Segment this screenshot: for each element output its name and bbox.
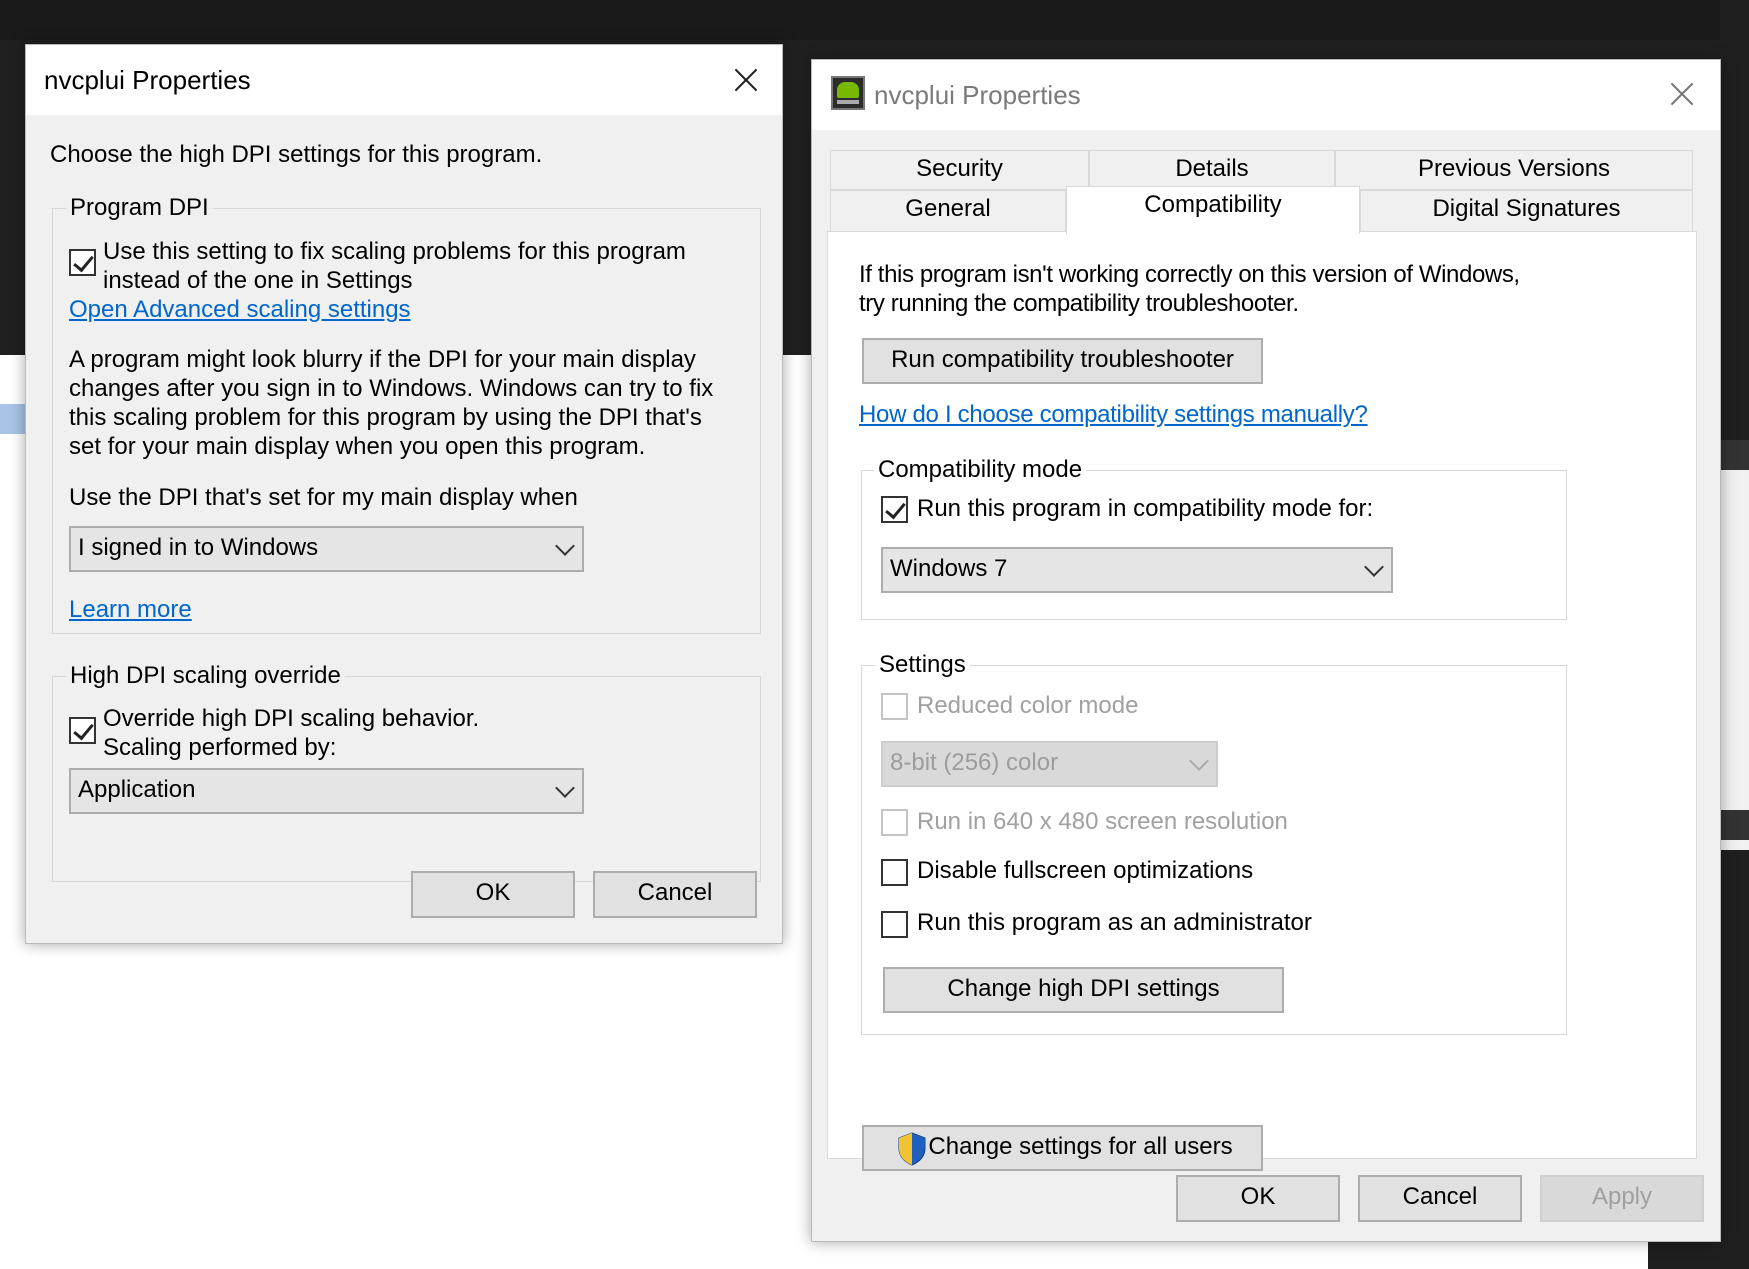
dpi-when-dropdown[interactable]: I signed in to Windows [69, 526, 584, 572]
open-advanced-scaling-link[interactable]: Open Advanced scaling settings [69, 295, 411, 324]
chevron-down-icon [1189, 751, 1209, 771]
tab-compatibility[interactable]: Compatibility [1066, 186, 1360, 234]
change-all-users-button[interactable]: Change settings for all users [862, 1125, 1263, 1171]
nvidia-app-icon [831, 76, 865, 110]
run-as-admin-label: Run this program as an administrator [917, 909, 1312, 936]
cancel-button[interactable]: Cancel [1358, 1175, 1522, 1222]
dropdown-value: Windows 7 [890, 555, 1008, 582]
compatibility-tab-panel: If this program isn't working correctly … [827, 231, 1697, 1171]
tab-details[interactable]: Details [1089, 150, 1335, 190]
compat-mode-label: Run this program in compatibility mode f… [917, 495, 1374, 522]
override-dpi-label: Override high DPI scaling behavior. [103, 705, 480, 732]
cancel-button[interactable]: Cancel [593, 871, 757, 918]
disable-fullscreen-label: Disable fullscreen optimizations [917, 857, 1254, 884]
dpi-when-label: Use the DPI that's set for my main displ… [69, 484, 578, 511]
chevron-down-icon [555, 778, 575, 798]
close-icon[interactable] [1667, 79, 1697, 109]
change-high-dpi-button[interactable]: Change high DPI settings [883, 967, 1284, 1013]
desktop-top-band [0, 0, 1749, 40]
uac-shield-icon [897, 1132, 927, 1166]
compat-os-dropdown[interactable]: Windows 7 [881, 547, 1393, 593]
intro-text: If this program isn't working correctly … [859, 261, 1520, 288]
change-all-users-label: Change settings for all users [928, 1133, 1233, 1160]
group-title: Program DPI [66, 193, 213, 222]
reduced-color-checkbox[interactable] [881, 693, 908, 720]
background-right-panel [1720, 470, 1749, 850]
fix-scaling-checkbox[interactable] [69, 249, 96, 276]
group-title: Settings [875, 650, 970, 679]
chevron-down-icon [1364, 557, 1384, 577]
manual-settings-link[interactable]: How do I choose compatibility settings m… [859, 400, 1368, 429]
description-text: this scaling problem for this program by… [69, 404, 702, 431]
dialog-title: nvcplui Properties [44, 65, 251, 95]
program-dpi-group: Program DPI Use this setting to fix scal… [52, 193, 761, 634]
dropdown-value: Application [78, 776, 196, 803]
learn-more-link[interactable]: Learn more [69, 595, 192, 624]
fix-scaling-label-line2: instead of the one in Settings [103, 267, 413, 294]
title-bar: nvcplui Properties [26, 45, 782, 115]
intro-text: try running the compatibility troublesho… [859, 290, 1299, 317]
scaling-performed-by-dropdown[interactable]: Application [69, 768, 584, 814]
group-title: Compatibility mode [874, 455, 1087, 484]
group-title: High DPI scaling override [66, 661, 345, 690]
dialog-heading: Choose the high DPI settings for this pr… [50, 141, 543, 168]
properties-dialog: nvcplui Properties Security Details Prev… [811, 59, 1721, 1242]
background-right-marker [1720, 810, 1749, 840]
compat-mode-checkbox[interactable] [881, 496, 908, 523]
apply-button[interactable]: Apply [1540, 1175, 1704, 1222]
fix-scaling-label: Use this setting to fix scaling problems… [103, 238, 686, 265]
reduced-color-label: Reduced color mode [917, 692, 1139, 719]
ok-button[interactable]: OK [411, 871, 575, 918]
compatibility-mode-group: Compatibility mode Run this program in c… [861, 455, 1567, 620]
disable-fullscreen-checkbox[interactable] [881, 859, 908, 886]
run-troubleshooter-button[interactable]: Run compatibility troubleshooter [862, 338, 1263, 384]
run-640-checkbox[interactable] [881, 809, 908, 836]
tab-general[interactable]: General [830, 190, 1066, 232]
override-dpi-checkbox[interactable] [69, 717, 96, 744]
description-text: changes after you sign in to Windows. Wi… [69, 375, 714, 402]
tab-previous-versions[interactable]: Previous Versions [1335, 150, 1693, 190]
tab-security[interactable]: Security [830, 150, 1089, 190]
ok-button[interactable]: OK [1176, 1175, 1340, 1222]
high-dpi-override-group: High DPI scaling override Override high … [52, 661, 761, 882]
tab-digital-signatures[interactable]: Digital Signatures [1360, 190, 1693, 232]
dropdown-value: I signed in to Windows [78, 534, 319, 561]
close-icon[interactable] [731, 65, 761, 95]
override-dpi-label-line2: Scaling performed by: [103, 734, 337, 761]
background-right-marker [1720, 440, 1749, 470]
run-640-label: Run in 640 x 480 screen resolution [917, 808, 1288, 835]
high-dpi-settings-dialog: nvcplui Properties Choose the high DPI s… [25, 44, 783, 944]
description-text: A program might look blurry if the DPI f… [69, 346, 696, 373]
title-bar: nvcplui Properties [812, 60, 1720, 130]
run-as-admin-checkbox[interactable] [881, 911, 908, 938]
dropdown-value: 8-bit (256) color [890, 749, 1059, 776]
settings-group: Settings Reduced color mode 8-bit (256) … [861, 650, 1567, 1035]
color-depth-dropdown[interactable]: 8-bit (256) color [881, 741, 1218, 787]
description-text: set for your main display when you open … [69, 433, 646, 460]
dialog-title: nvcplui Properties [874, 80, 1081, 110]
chevron-down-icon [555, 536, 575, 556]
